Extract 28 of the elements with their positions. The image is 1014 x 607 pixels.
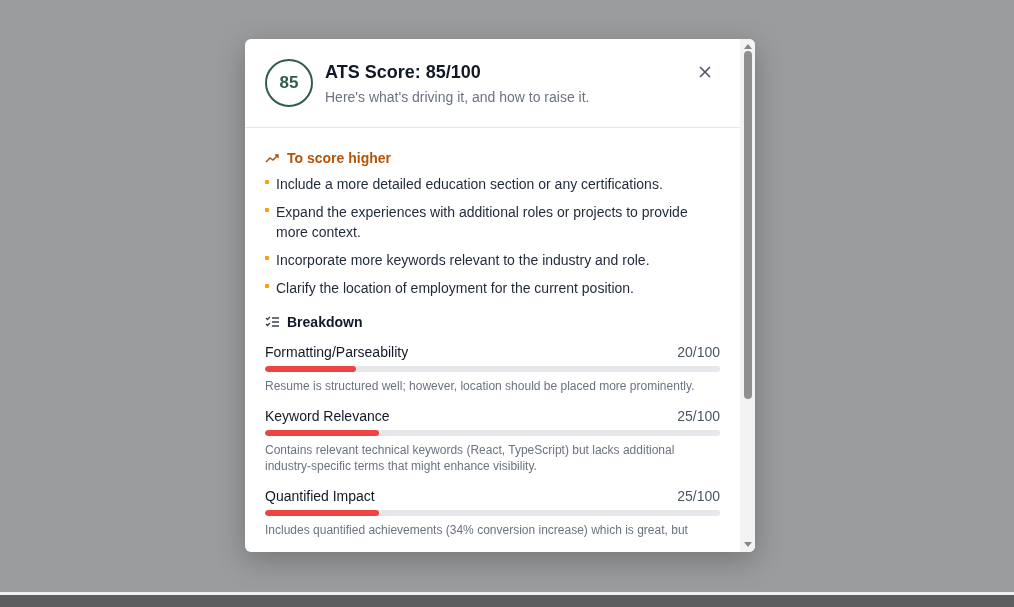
tip-text: Include a more detailed education section or any certifications.: [276, 175, 663, 194]
category-name: Keyword Relevance: [265, 408, 390, 424]
trending-up-icon: [265, 153, 280, 163]
category-score: 25/100: [677, 488, 720, 504]
category-note: Resume is structured well; however, location should be placed more prominently.: [265, 378, 696, 394]
scroll-down-icon: [743, 542, 752, 548]
category-score: 20/100: [677, 344, 720, 360]
category-score: 25/100: [677, 408, 720, 424]
bullet-icon: [265, 284, 269, 288]
scroll-up-icon: [743, 43, 752, 49]
scrollbar[interactable]: [740, 39, 755, 552]
tip-text: Incorporate more keywords relevant to the industry and role.: [276, 251, 650, 270]
category-note: Includes quantified achievements (34% conversion increase) which is great, but: [265, 522, 689, 538]
close-icon: [698, 65, 712, 79]
bullet-icon: [265, 256, 269, 260]
score-ring: 85: [265, 59, 313, 107]
category-note: Contains relevant technical keywords (React, TypeScript) but lacks additional industry-specific terms that might enhance visibility.: [265, 442, 676, 474]
tip-text: Expand the experiences with additional roles or projects to provide more context.: [276, 203, 689, 242]
dialog-subtitle: Here's what's driving it, and how to raise it.: [325, 89, 591, 105]
breakdown-heading: Breakdown: [287, 314, 363, 330]
tips-heading: To score higher: [287, 150, 391, 166]
bullet-icon: [265, 208, 269, 212]
tip-text: Clarify the location of employment for the current position.: [276, 279, 634, 298]
checklist-icon: [265, 316, 280, 328]
category-name: Quantified Impact: [265, 488, 375, 504]
dialog-title: ATS Score: 85/100: [325, 62, 482, 83]
bullet-icon: [265, 180, 269, 184]
category-name: Formatting/Parseability: [265, 344, 409, 360]
